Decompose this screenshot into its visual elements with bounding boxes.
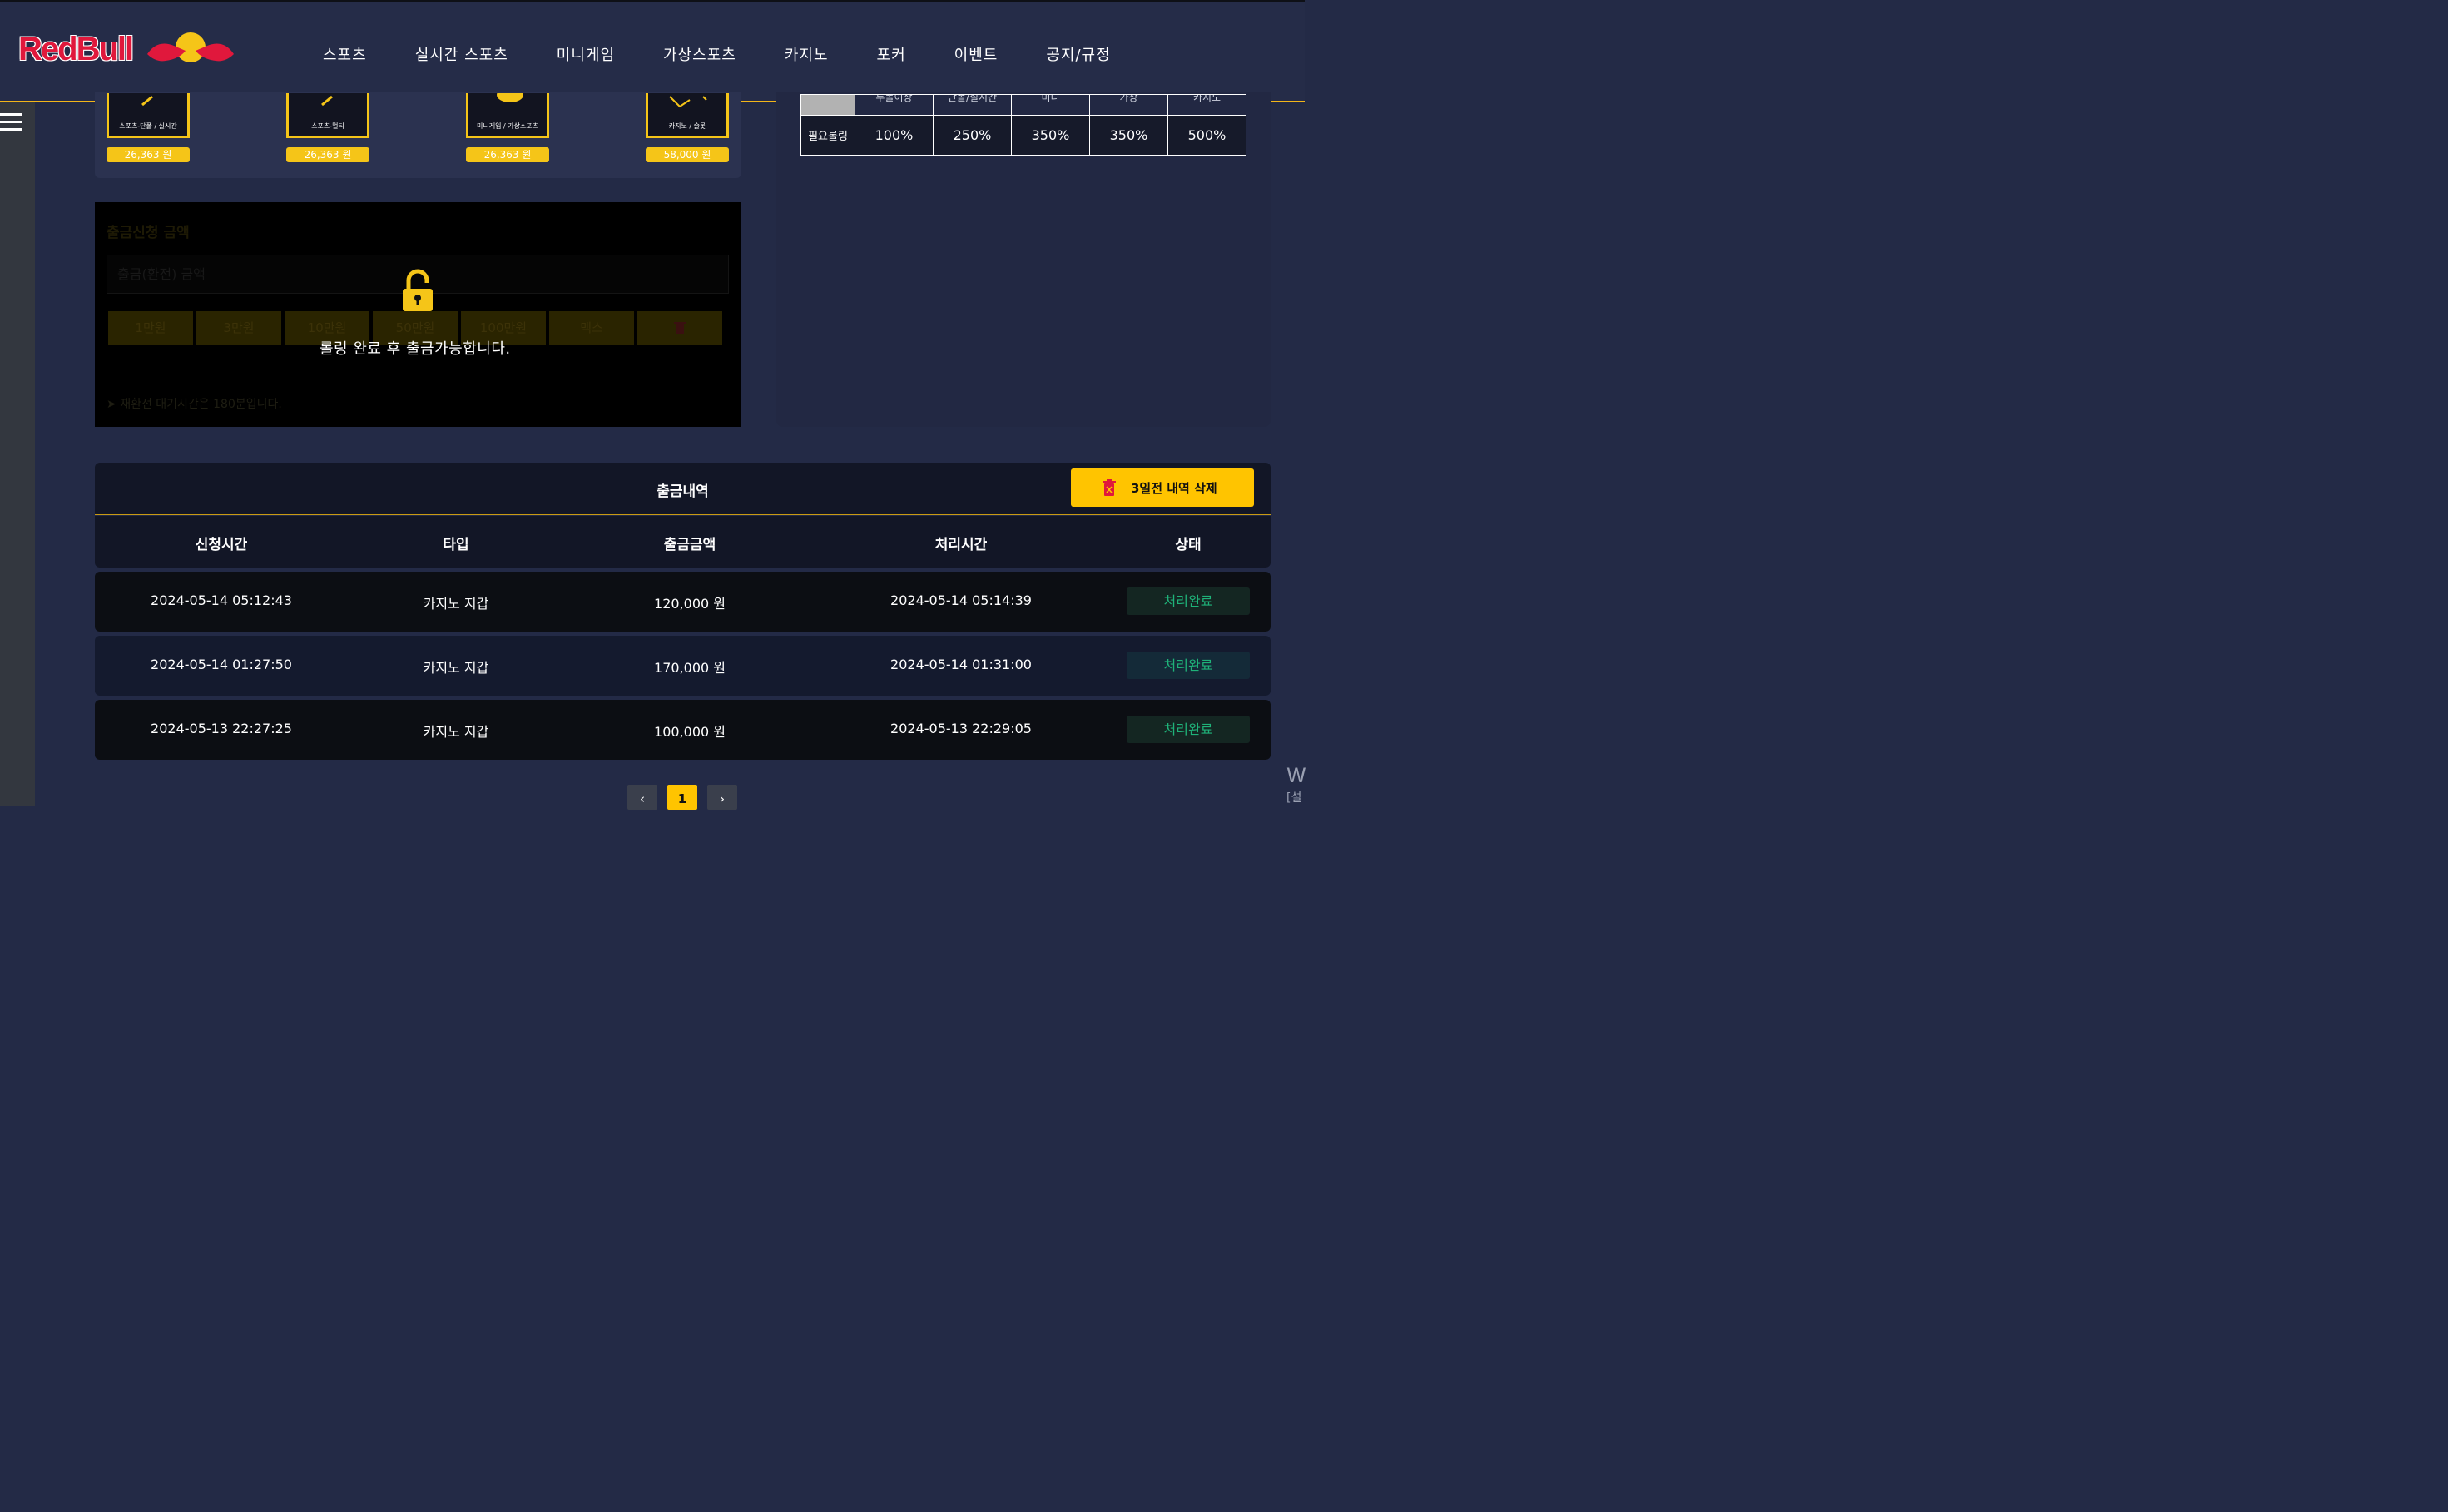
wallet-type: 카지노 지갑	[423, 596, 489, 612]
nav-live-sports[interactable]: 실시간 스포츠	[415, 43, 508, 65]
delete-history-label: 3일전 내역 삭제	[1131, 480, 1217, 496]
nav-poker[interactable]: 포커	[877, 43, 906, 65]
wallet-card-casino[interactable]: 카지노 / 슬롯	[646, 93, 729, 138]
site-header: RedBull 스포츠 실시간 스포츠 미니게임 가상스포츠 카지노 포커 이벤…	[0, 2, 1305, 102]
menu-icon[interactable]	[0, 113, 22, 131]
col-processed: 처리시간	[934, 537, 988, 553]
rolling-value: 350%	[1011, 115, 1090, 156]
history-columns: 신청시간 타입 출금금액 처리시간 상태	[95, 516, 1271, 568]
rolling-value: 250%	[933, 115, 1012, 156]
wallet-panel	[95, 92, 741, 178]
nav-notice[interactable]: 공지/규정	[1046, 43, 1110, 65]
clear-amount-button[interactable]	[637, 311, 722, 345]
table-row: 2024-05-14 01:27:50 카지노 지갑 170,000 원 202…	[95, 636, 1271, 696]
nav-sports[interactable]: 스포츠	[323, 43, 367, 65]
rolling-header-cell	[800, 94, 855, 116]
nav-minigame[interactable]: 미니게임	[557, 43, 615, 65]
wallet-minigame-icon	[497, 93, 523, 102]
requested-time: 2024-05-14 05:12:43	[151, 592, 292, 608]
wallet-label: 카지노 / 슬롯	[668, 122, 706, 130]
delete-history-button[interactable]: 3일전 내역 삭제	[1071, 468, 1254, 507]
logo-text: RedBull	[18, 30, 134, 67]
withdraw-amount: 100,000 원	[654, 724, 726, 740]
processed-time: 2024-05-14 01:31:00	[890, 657, 1032, 672]
page-1-button[interactable]: 1	[667, 785, 697, 810]
corner-overlay-subtext: [설	[1286, 791, 1302, 805]
wallet-type: 카지노 지갑	[423, 724, 489, 740]
requested-time: 2024-05-14 01:27:50	[151, 657, 292, 672]
processed-time: 2024-05-13 22:29:05	[890, 721, 1032, 736]
col-amount: 출금금액	[663, 537, 716, 553]
requested-time: 2024-05-13 22:27:25	[151, 721, 292, 736]
wallet-card-sports-single[interactable]: 스포츠-단폴 / 실시간	[107, 93, 190, 138]
rolling-value: 100%	[855, 115, 934, 156]
trash-icon	[674, 322, 686, 334]
quick-10k-button[interactable]: 1만원	[108, 311, 193, 345]
rolling-table: 두폴이상 단폴/실시간 미니 가상 카지노 필요롤링 100% 250% 350…	[800, 94, 1246, 156]
status-badge: 처리완료	[1127, 587, 1250, 615]
rolling-value: 500%	[1167, 115, 1246, 156]
wallet-multi-icon	[321, 95, 333, 107]
rolling-header-cell: 미니	[1011, 94, 1090, 116]
col-status: 상태	[1175, 537, 1202, 553]
withdraw-panel: 출금신청 금액 출금(환전) 금액 1만원 3만원 10만원 50만원 100만…	[95, 202, 741, 427]
wallet-amount: 26,363 원	[286, 147, 369, 162]
withdraw-note: ➤ 재환전 대기시간은 180분입니다.	[107, 398, 282, 411]
table-row: 2024-05-14 05:12:43 카지노 지갑 120,000 원 202…	[95, 572, 1271, 632]
processed-time: 2024-05-14 05:14:39	[890, 592, 1032, 608]
withdraw-amount: 120,000 원	[654, 596, 726, 612]
trash-icon	[1103, 479, 1116, 496]
wallet-amount: 26,363 원	[107, 147, 190, 162]
rolling-header-cell: 두폴이상	[855, 94, 934, 116]
wallet-card-sports-multi[interactable]: 스포츠-멀티	[286, 93, 369, 138]
wallet-card-minigame[interactable]: 미니게임 / 가상스포츠	[466, 93, 549, 138]
bull-logo-icon	[147, 32, 235, 62]
wallet-type: 카지노 지갑	[423, 660, 489, 676]
status-badge: 처리완료	[1127, 716, 1250, 743]
logo[interactable]: RedBull	[18, 29, 240, 69]
rolling-header-cell: 가상	[1089, 94, 1168, 116]
rolling-row-label: 필요롤링	[800, 115, 855, 156]
wallet-amount: 26,363 원	[466, 147, 549, 162]
nav-event[interactable]: 이벤트	[954, 43, 999, 65]
wallet-casino-icon	[669, 96, 707, 108]
nav-casino[interactable]: 카지노	[785, 43, 829, 65]
wallet-amount: 58,000 원	[646, 147, 729, 162]
wallet-label: 스포츠-단폴 / 실시간	[119, 122, 177, 130]
rolling-header-cell: 단폴/실시간	[933, 94, 1012, 116]
status-badge: 처리완료	[1127, 652, 1250, 679]
main-nav: 스포츠 실시간 스포츠 미니게임 가상스포츠 카지노 포커 이벤트 공지/규정	[323, 43, 1159, 65]
quick-30k-button[interactable]: 3만원	[196, 311, 281, 345]
col-requested: 신청시간	[195, 537, 248, 553]
lock-message: 롤링 완료 후 출금가능합니다.	[320, 340, 511, 358]
quick-max-button[interactable]: 맥스	[549, 311, 634, 345]
wallet-label: 스포츠-멀티	[311, 122, 344, 130]
rolling-value: 350%	[1089, 115, 1168, 156]
prev-page-button[interactable]: ‹	[627, 785, 657, 810]
side-strip	[0, 102, 35, 806]
wallet-label: 미니게임 / 가상스포츠	[476, 122, 539, 130]
wallet-sports-icon	[141, 95, 153, 107]
corner-overlay-text: W	[1286, 764, 1306, 787]
nav-virtual-sports[interactable]: 가상스포츠	[663, 43, 736, 65]
lock-icon	[403, 269, 433, 311]
withdraw-amount: 170,000 원	[654, 660, 726, 676]
withdraw-title: 출금신청 금액	[107, 225, 190, 241]
col-type: 타입	[443, 537, 469, 553]
table-row: 2024-05-13 22:27:25 카지노 지갑 100,000 원 202…	[95, 700, 1271, 760]
rolling-header-cell: 카지노	[1167, 94, 1246, 116]
next-page-button[interactable]: ›	[707, 785, 737, 810]
send-icon: ➤	[107, 398, 121, 411]
